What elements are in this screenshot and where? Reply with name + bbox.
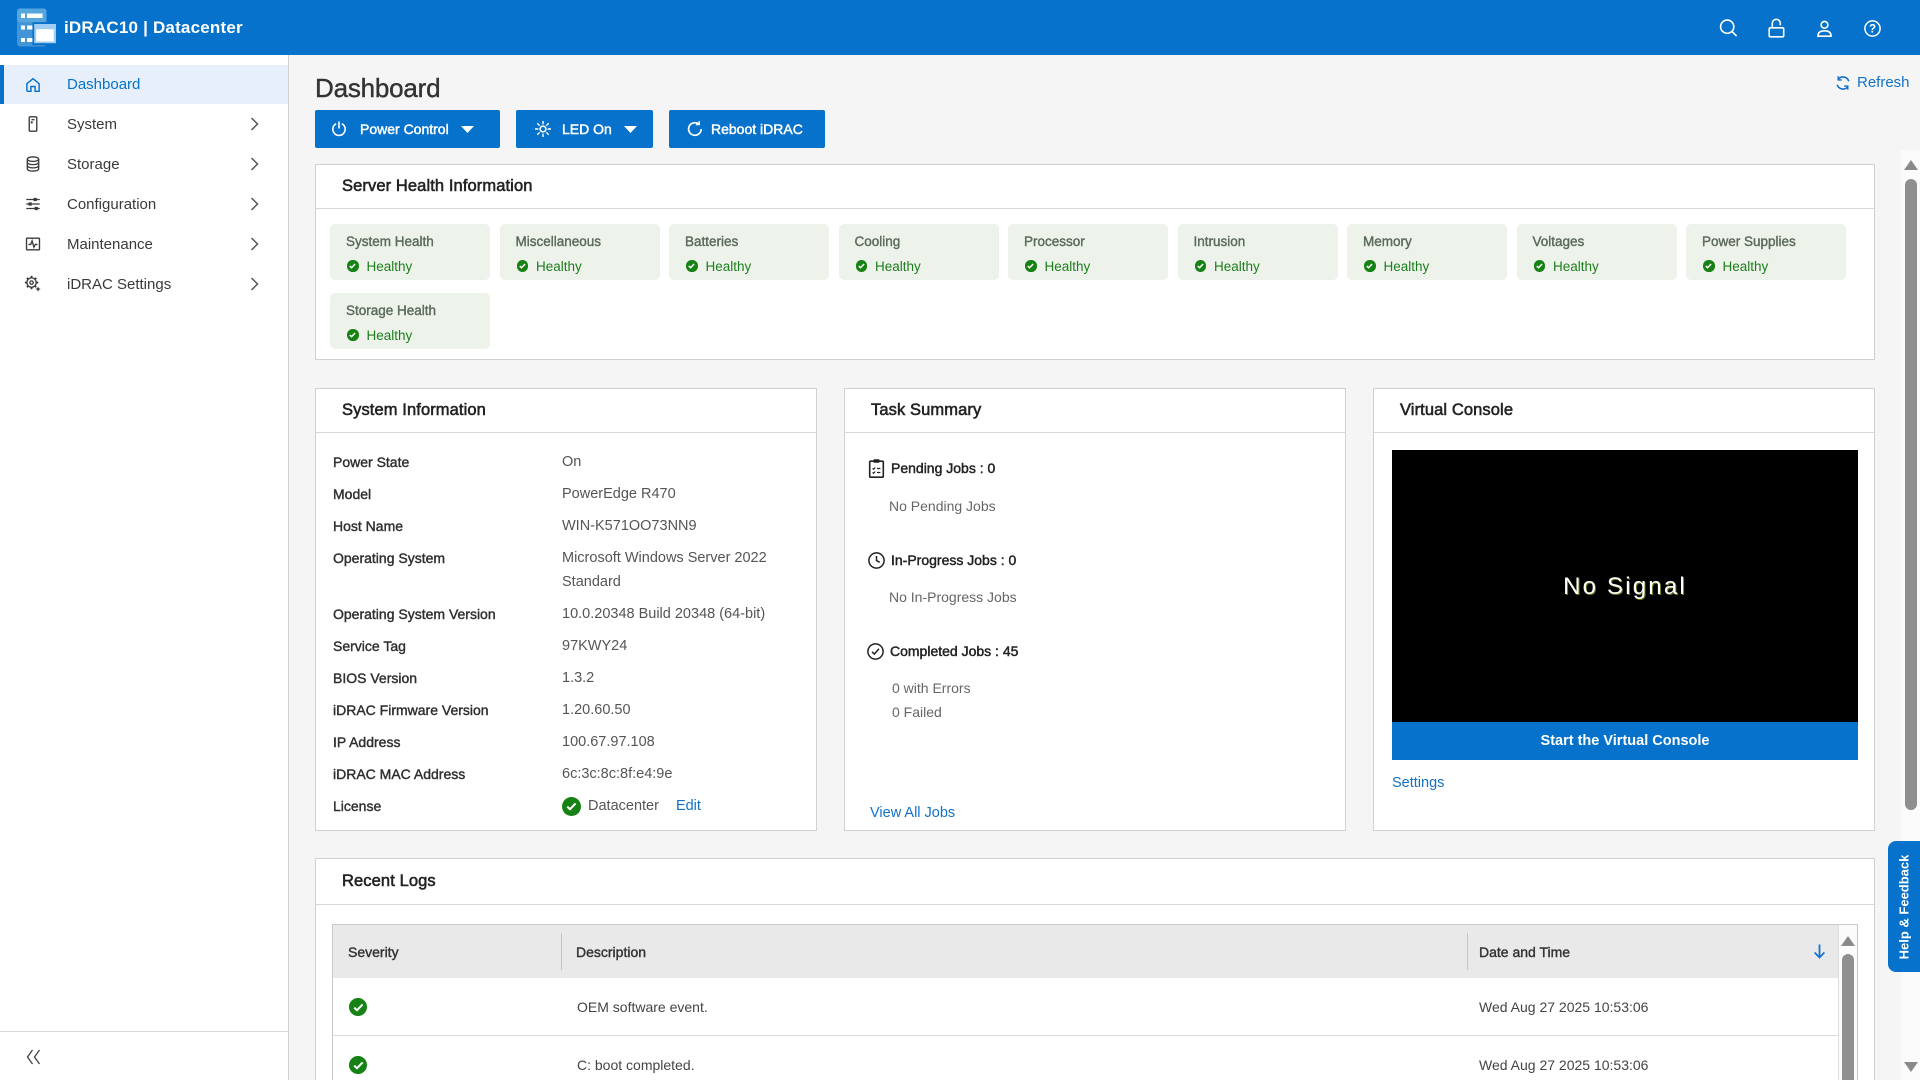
- svg-text:?: ?: [1869, 24, 1876, 36]
